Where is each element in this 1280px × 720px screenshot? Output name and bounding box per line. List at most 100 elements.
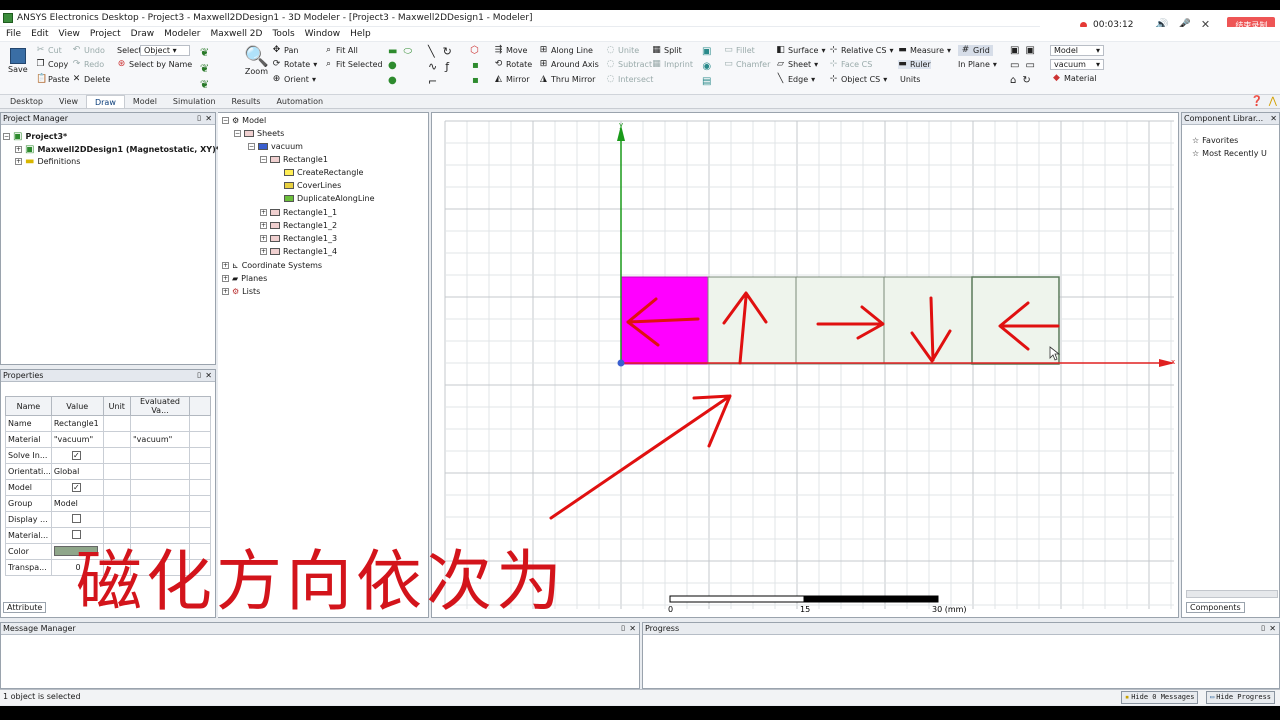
subtract-button[interactable]: ◌ Subtract — [606, 60, 653, 70]
close-icon[interactable]: ✕ — [1269, 623, 1276, 634]
display-wireframe-checkbox[interactable] — [71, 514, 81, 523]
close-icon[interactable]: ✕ — [205, 113, 212, 124]
view-icons-row1[interactable]: ▣ ▣ — [1010, 45, 1035, 56]
tab-view[interactable]: View — [51, 95, 86, 108]
tab-desktop[interactable]: Desktop — [2, 95, 51, 108]
tree-coordinate-systems[interactable]: + ⊾ Coordinate Systems — [222, 261, 322, 270]
solve-inside-checkbox[interactable]: ✓ — [71, 451, 81, 460]
draw-circle-button[interactable]: ● — [388, 75, 397, 86]
duplicate-along-line-button[interactable]: ⊞ Along Line — [539, 46, 593, 56]
tab-results[interactable]: Results — [224, 95, 269, 108]
tree-rectangle1-3[interactable]: + Rectangle1_3 — [260, 234, 337, 243]
draw-point-button[interactable]: ⬡ — [470, 45, 479, 56]
rotate-view-button[interactable]: ⟳ Rotate ▾ — [272, 60, 318, 70]
split-button[interactable]: ▦ Split — [652, 46, 682, 56]
selection-filter-icons[interactable]: ❦ ❦ ❦ — [200, 46, 209, 91]
menu-help[interactable]: Help — [350, 29, 371, 39]
mirror-button[interactable]: ◭ Mirror — [494, 75, 530, 85]
select-by-name-button[interactable]: ⊛ Select by Name — [117, 60, 192, 70]
view-icons-row3[interactable]: ⌂ ↻ — [1010, 75, 1031, 86]
menu-file[interactable]: File — [6, 29, 21, 39]
ruler-button[interactable]: ▬ Ruler — [898, 60, 931, 69]
tree-rectangle1-4[interactable]: + Rectangle1_4 — [260, 247, 337, 256]
tab-simulation[interactable]: Simulation — [165, 95, 224, 108]
cut-button[interactable]: ✂ Cut — [36, 46, 62, 56]
fillet-button[interactable]: ▭ Fillet — [724, 46, 755, 56]
pin-icon[interactable]: ▯ — [621, 623, 625, 634]
sheet-menu[interactable]: ▱ Sheet ▾ — [776, 60, 818, 70]
table-row[interactable]: Model ✓ — [5, 479, 211, 496]
draw-sphere-button[interactable]: ● — [388, 60, 397, 71]
tree-sheets[interactable]: − Sheets — [234, 129, 284, 138]
favorites-item[interactable]: ☆ Favorites — [1192, 136, 1238, 145]
fit-all-button[interactable]: ⌕ Fit All — [324, 46, 358, 56]
view-icons-row2[interactable]: ▭ ▭ — [1010, 60, 1035, 71]
fit-selected-button[interactable]: ⌕ Fit Selected — [324, 60, 383, 70]
tab-automation[interactable]: Automation — [268, 95, 331, 108]
object-cs-menu[interactable]: ⊹ Object CS ▾ — [829, 75, 888, 85]
paste-button[interactable]: 📋 Paste — [36, 75, 70, 85]
draw-shapes-row1[interactable]: ▬ ⬭ — [388, 46, 412, 57]
magnet-rectangle1-1[interactable] — [707, 276, 797, 365]
draw-lines-row2[interactable]: ∿ ƒ — [428, 60, 449, 73]
pin-icon[interactable]: ▯ — [1261, 623, 1265, 634]
zoom-button[interactable]: 🔍 Zoom — [244, 45, 269, 76]
tree-rectangle1-2[interactable]: + Rectangle1_2 — [260, 221, 337, 230]
magnet-rectangle1-2[interactable] — [795, 276, 885, 365]
tree-duplicate-along-line[interactable]: DuplicateAlongLine — [284, 194, 375, 203]
close-icon[interactable]: ✕ — [629, 623, 636, 634]
draw-polyline-button[interactable]: ⌐ — [428, 75, 437, 88]
close-icon[interactable]: ✕ — [205, 370, 212, 381]
magnet-rectangle1-4[interactable] — [971, 276, 1060, 365]
tree-definitions[interactable]: + ▬ Definitions — [15, 156, 80, 167]
menu-window[interactable]: Window — [305, 29, 341, 39]
material-button[interactable]: ◆ Material — [1052, 74, 1096, 84]
move-button[interactable]: ⇶ Move — [494, 46, 528, 56]
close-icon[interactable]: ✕ — [1270, 113, 1277, 124]
pin-icon[interactable]: ▯ — [197, 370, 201, 381]
delete-button[interactable]: ✕ Delete — [72, 75, 111, 85]
tree-planes[interactable]: + ▰ Planes — [222, 274, 267, 283]
help-icon[interactable]: ❓ — [1250, 95, 1264, 108]
undo-button[interactable]: ↶ Undo — [72, 46, 105, 56]
draw-dot-button[interactable]: ▪ — [472, 60, 479, 71]
model-checkbox[interactable]: ✓ — [71, 483, 81, 492]
components-tab[interactable]: Components — [1186, 602, 1245, 613]
redo-button[interactable]: ↷ Redo — [72, 60, 104, 70]
table-row[interactable]: Group Model — [5, 495, 211, 512]
imprint-button[interactable]: ▦ Imprint — [652, 60, 693, 70]
menu-maxwell2d[interactable]: Maxwell 2D — [210, 29, 262, 39]
tree-rectangle1[interactable]: − Rectangle1 — [260, 155, 328, 164]
tree-model[interactable]: − ⚙ Model — [222, 116, 266, 125]
menu-tools[interactable]: Tools — [272, 29, 294, 39]
face-cs-button[interactable]: ⊹ Face CS — [829, 60, 873, 70]
menu-project[interactable]: Project — [90, 29, 121, 39]
unite-button[interactable]: ◌ Unite — [606, 46, 640, 56]
menu-edit[interactable]: Edit — [31, 29, 48, 39]
thru-mirror-button[interactable]: ◮ Thru Mirror — [539, 75, 595, 85]
units-button[interactable]: Units — [900, 75, 920, 84]
table-row[interactable]: Orientati... Global — [5, 463, 211, 480]
most-recently-used-item[interactable]: ☆ Most Recently U — [1192, 149, 1267, 158]
chamfer-button[interactable]: ▭ Chamfer — [724, 60, 770, 70]
draw-lines-row1[interactable]: ╲ ↻ — [428, 45, 452, 58]
pin-icon[interactable]: ▯ — [197, 113, 201, 124]
magnet-rectangle1-3[interactable] — [883, 276, 973, 365]
measure-menu[interactable]: ▬ Measure ▾ — [898, 46, 951, 56]
table-row[interactable]: Name Rectangle1 — [5, 415, 211, 432]
tree-cover-lines[interactable]: CoverLines — [284, 181, 341, 190]
table-row[interactable]: Material "vacuum" "vacuum" — [5, 431, 211, 448]
tree-design[interactable]: + ▣ Maxwell2DDesign1 (Magnetostatic, XY)* — [15, 144, 220, 155]
save-button[interactable]: Save — [8, 48, 28, 74]
surface-menu[interactable]: ◧ Surface ▾ — [776, 46, 825, 56]
tab-draw[interactable]: Draw — [85, 95, 125, 108]
orient-button[interactable]: ⊕ Orient ▾ — [272, 75, 316, 85]
tree-vacuum[interactable]: − vacuum — [248, 142, 303, 151]
rotate-object-button[interactable]: ⟲ Rotate — [494, 60, 532, 70]
sweep-icons[interactable]: ▣ ◉ ▤ — [702, 46, 711, 87]
menu-view[interactable]: View — [59, 29, 80, 39]
grid-button[interactable]: # Grid — [958, 45, 993, 56]
select-mode-dropdown[interactable]: Object ▾ — [140, 45, 190, 56]
tree-rectangle1-1[interactable]: + Rectangle1_1 — [260, 208, 337, 217]
pan-button[interactable]: ✥ Pan — [272, 46, 299, 56]
